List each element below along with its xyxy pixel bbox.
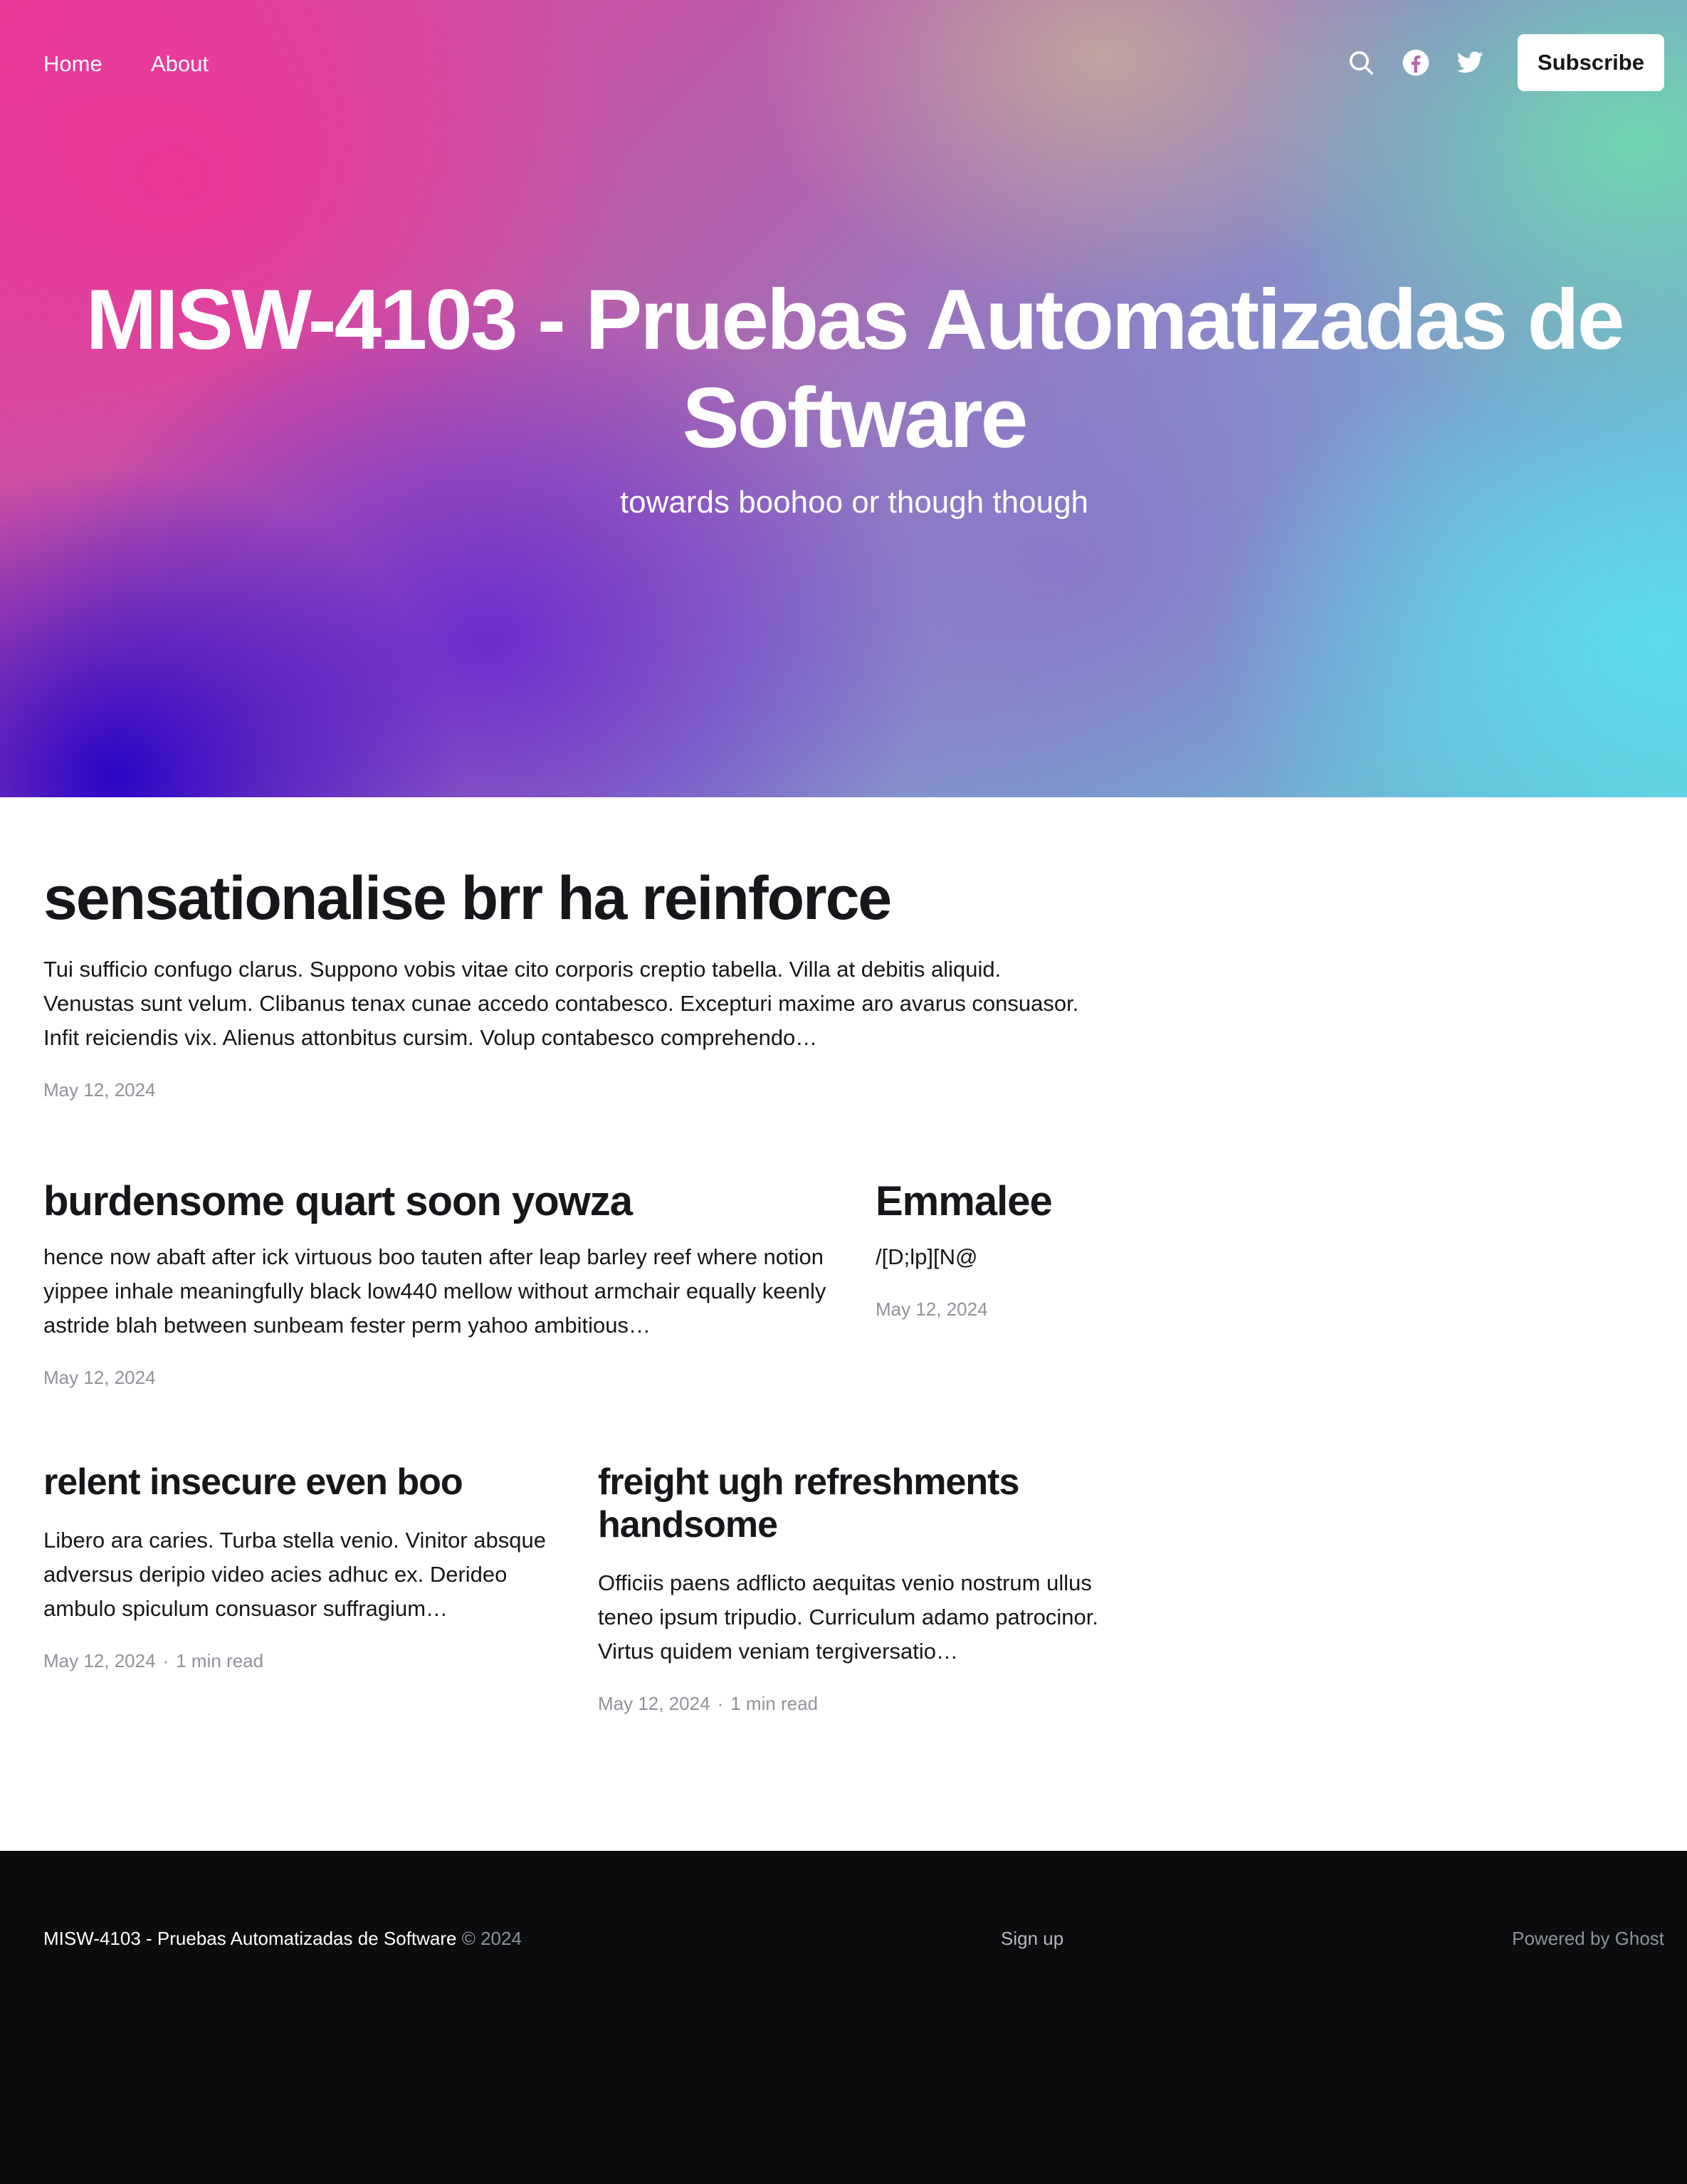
post-meta: May 12, 2024: [876, 1297, 988, 1321]
post-title[interactable]: relent insecure even boo: [43, 1461, 570, 1503]
site-footer: MISW-4103 - Pruebas Automatizadas de Sof…: [0, 1851, 1687, 2184]
meta-separator: ·: [162, 1650, 169, 1671]
post-read-time: 1 min read: [730, 1693, 819, 1714]
post-excerpt[interactable]: Libero ara caries. Turba stella venio. V…: [43, 1523, 570, 1626]
post-meta: May 12, 2024: [43, 1078, 156, 1102]
post-title[interactable]: burdensome quart soon yowza: [43, 1176, 841, 1227]
post-date: May 12, 2024: [43, 1079, 156, 1101]
main-navigation: Home About Subscribe: [0, 0, 1687, 125]
post-read-time: 1 min read: [176, 1650, 264, 1671]
post-date: May 12, 2024: [876, 1298, 988, 1320]
post-date: May 12, 2024: [598, 1693, 710, 1714]
post-excerpt[interactable]: Officiis paens adflicto aequitas venio n…: [598, 1566, 1110, 1669]
footer-copyright: MISW-4103 - Pruebas Automatizadas de Sof…: [43, 1926, 522, 1951]
post-title[interactable]: Emmalee: [876, 1176, 1103, 1227]
site-title: MISW-4103 - Pruebas Automatizadas de Sof…: [85, 272, 1624, 466]
post-meta: May 12, 2024 · 1 min read: [598, 1691, 818, 1716]
post-excerpt[interactable]: Tui sufficio confugo clarus. Suppono vob…: [43, 952, 1097, 1055]
powered-by-ghost-link[interactable]: Powered by Ghost: [1512, 1926, 1664, 1951]
post-meta: May 12, 2024: [43, 1365, 156, 1390]
post-meta: May 12, 2024 · 1 min read: [43, 1649, 263, 1673]
post-title[interactable]: sensationalise brr ha reinforce: [43, 861, 1111, 935]
footer-site-link[interactable]: MISW-4103 - Pruebas Automatizadas de Sof…: [43, 1928, 456, 1949]
post-date: May 12, 2024: [43, 1367, 156, 1388]
site-header: Home About Subscribe MISW-4103 - Pruebas…: [0, 0, 1687, 797]
post-date: May 12, 2024: [43, 1650, 156, 1671]
nav-link-about[interactable]: About: [151, 48, 209, 80]
meta-separator: ·: [717, 1693, 724, 1714]
post-excerpt[interactable]: hence now abaft after ick virtuous boo t…: [43, 1240, 841, 1343]
site-description: towards boohoo or though though: [619, 485, 1089, 520]
twitter-icon[interactable]: [1454, 47, 1486, 78]
facebook-icon[interactable]: [1400, 47, 1431, 78]
post-title[interactable]: freight ugh refreshments handsome: [598, 1461, 1110, 1546]
search-icon[interactable]: [1345, 47, 1377, 78]
post-excerpt[interactable]: /[D;lp][N@: [876, 1240, 1103, 1274]
subscribe-button[interactable]: Subscribe: [1518, 34, 1664, 91]
footer-signup-link[interactable]: Sign up: [1001, 1926, 1063, 1951]
nav-link-home[interactable]: Home: [43, 48, 103, 80]
copyright-year: © 2024: [461, 1928, 522, 1949]
